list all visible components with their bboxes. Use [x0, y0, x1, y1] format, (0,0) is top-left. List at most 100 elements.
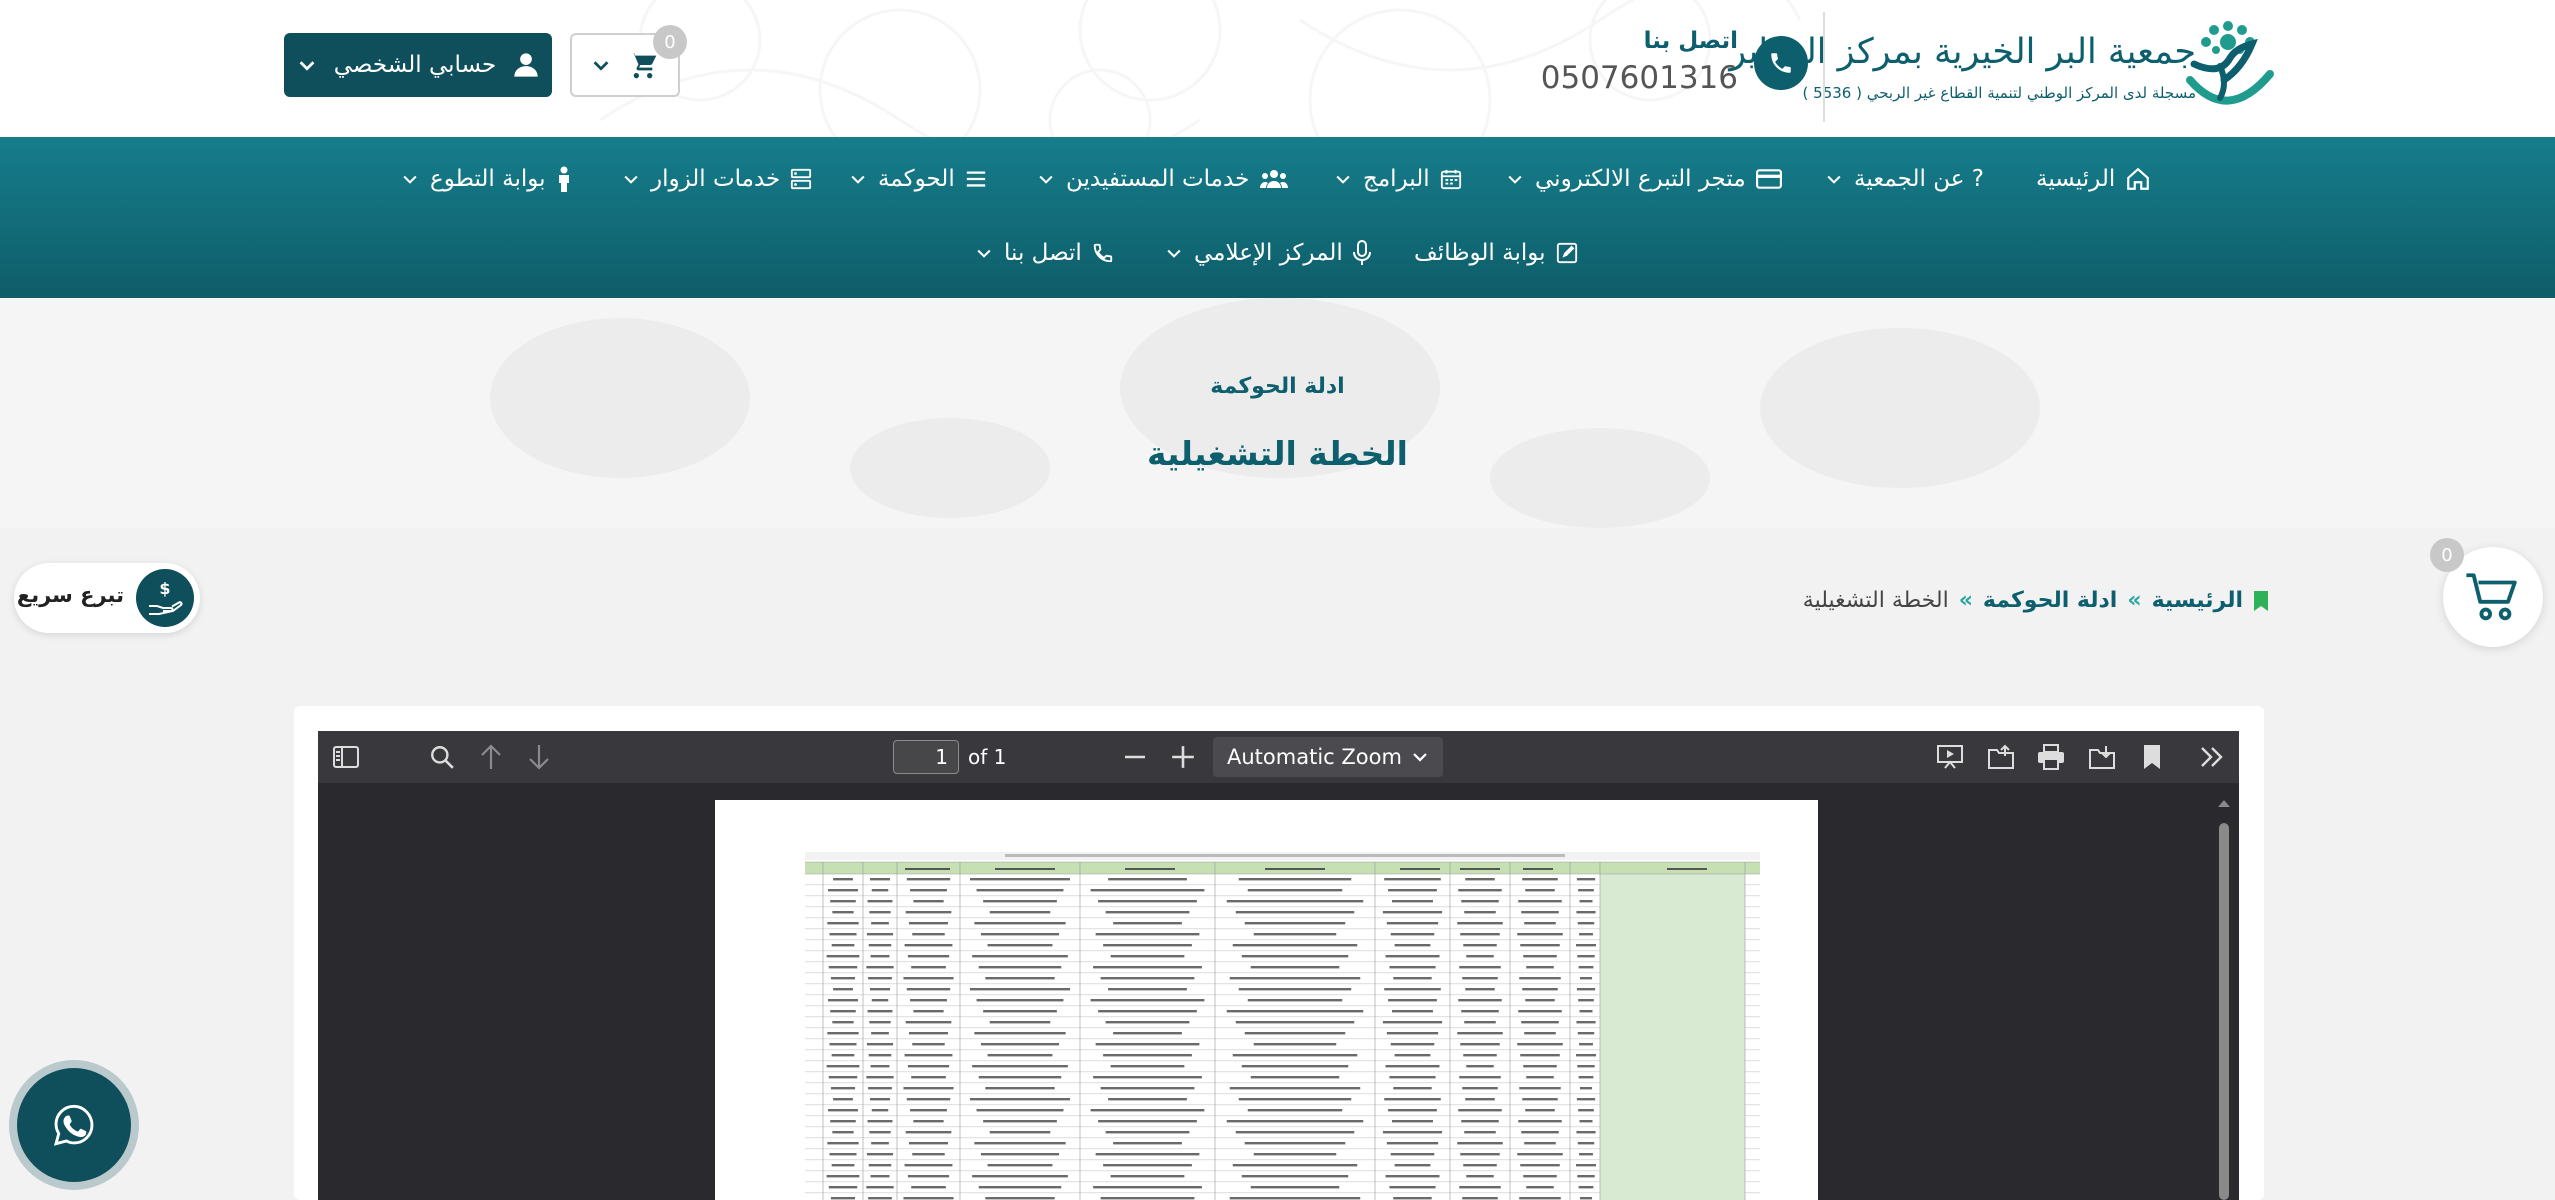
donate-hand-icon: $	[136, 569, 194, 627]
plus-icon	[1172, 746, 1194, 768]
hero-pattern	[490, 298, 2040, 528]
nav-item-donation-store[interactable]: متجر التبرع الالكتروني	[1505, 159, 1782, 199]
pdf-page	[715, 800, 1818, 1200]
minus-icon	[1125, 755, 1145, 759]
chevron-down-icon	[1508, 175, 1522, 184]
previous-page-button[interactable]	[475, 741, 507, 773]
svg-text:$: $	[159, 579, 170, 598]
header-divider	[1823, 12, 1825, 122]
zoom-select[interactable]: Automatic Zoom	[1213, 737, 1443, 777]
page-title: الخطة التشغيلية	[1147, 434, 1408, 473]
download-button[interactable]	[2086, 741, 2118, 773]
print-button[interactable]	[2035, 741, 2067, 773]
chevron-down-icon	[851, 175, 865, 184]
main-nav: الرئيسية ? عن الجمعية متجر التبرع الالكت…	[0, 137, 2555, 298]
home-icon	[2127, 167, 2150, 190]
contact-phone-number[interactable]: 0507601316	[1541, 60, 1738, 96]
org-logo[interactable]: جمعية البر الخيرية بمركز العماير مسجلة ل…	[1729, 14, 2276, 118]
person-icon	[558, 166, 569, 192]
whatsapp-button[interactable]	[17, 1068, 131, 1182]
calendar-icon	[1440, 169, 1461, 190]
presentation-mode-button[interactable]	[1934, 741, 1966, 773]
account-button[interactable]: حسابي الشخصي	[284, 33, 552, 97]
whatsapp-icon	[54, 1104, 94, 1146]
next-page-button[interactable]	[523, 741, 555, 773]
nav-item-media-center[interactable]: المركز الإعلامي	[1164, 233, 1371, 273]
breadcrumb-home[interactable]: الرئيسية	[2152, 588, 2243, 613]
contact-phone-button[interactable]	[1754, 36, 1808, 90]
chevron-down-icon	[624, 175, 638, 184]
quick-donate-label: تبرع سريع	[16, 583, 124, 607]
nav-item-home[interactable]: الرئيسية	[2036, 159, 2151, 199]
chevron-down-icon	[977, 249, 991, 258]
chevron-down-icon	[1413, 753, 1427, 762]
breadcrumb-separator: »	[1958, 588, 1973, 613]
zoom-in-button[interactable]	[1167, 741, 1199, 773]
page-count-label: of 1	[968, 745, 1007, 769]
mic-icon	[1352, 240, 1371, 265]
list-icon	[966, 171, 985, 187]
bookmark-icon	[2144, 745, 2160, 769]
phone-icon	[1093, 243, 1112, 263]
edit-icon	[1556, 242, 1577, 264]
cart-icon	[2466, 573, 2517, 621]
open-file-button[interactable]	[1985, 741, 2017, 773]
arrow-down-icon	[529, 745, 549, 770]
nav-item-contact[interactable]: اتصل بنا	[974, 233, 1114, 273]
header-cart-count-badge: 0	[653, 25, 687, 59]
breadcrumb-parent[interactable]: ادلة الحوكمة	[1983, 588, 2117, 613]
zoom-out-button[interactable]	[1119, 741, 1151, 773]
sidebar-toggle-button[interactable]	[330, 741, 362, 773]
hero-kicker: ادلة الحوكمة	[1210, 374, 1345, 399]
sidebar-toggle-icon	[333, 746, 359, 768]
chevron-down-icon	[299, 61, 315, 71]
server-icon	[791, 168, 812, 190]
pdf-page-table-image	[805, 848, 1760, 1200]
arrow-up-icon	[481, 744, 501, 769]
chevron-down-icon	[1336, 175, 1350, 184]
double-chevron-right-icon	[2201, 747, 2223, 767]
nav-item-beneficiary-services[interactable]: خدمات المستفيدين	[1036, 159, 1289, 199]
download-icon	[2089, 746, 2115, 769]
contact-label: اتصل بنا	[1643, 28, 1738, 54]
nav-item-volunteer-portal[interactable]: بوابة التطوع	[400, 159, 572, 199]
find-button[interactable]	[426, 741, 458, 773]
zoom-select-value: Automatic Zoom	[1227, 745, 1402, 769]
org-subtitle: مسجلة لدى المركز الوطني لتنمية القطاع غي…	[1802, 84, 2196, 102]
page: جمعية البر الخيرية بمركز العماير مسجلة ل…	[0, 0, 2555, 1200]
tools-button[interactable]	[2196, 741, 2228, 773]
chevron-down-icon	[593, 61, 609, 71]
bookmark-button[interactable]	[2136, 741, 2168, 773]
page-hero	[0, 298, 2555, 528]
nav-item-visitor-services[interactable]: خدمات الزوار	[621, 159, 812, 199]
chevron-down-icon	[1827, 175, 1841, 184]
pdf-scrollbar-thumb[interactable]	[2219, 823, 2229, 1200]
search-icon	[431, 746, 454, 769]
scroll-up-icon	[2218, 800, 2230, 807]
quick-donate-button[interactable]: $ تبرع سريع	[14, 563, 200, 633]
nav-item-governance[interactable]: الحوكمة	[848, 159, 987, 199]
print-icon	[2038, 744, 2064, 770]
bookmark-icon	[2254, 590, 2268, 611]
users-icon	[1260, 170, 1289, 188]
presentation-icon	[1937, 745, 1963, 769]
chevron-down-icon	[403, 175, 417, 184]
breadcrumb-current: الخطة التشغيلية	[1802, 588, 1949, 613]
pdf-scrollbar[interactable]	[2216, 795, 2232, 1200]
breadcrumb-separator: »	[2127, 588, 2142, 613]
phone-icon	[1771, 53, 1791, 73]
cart-icon	[631, 53, 657, 79]
breadcrumb: الرئيسية » ادلة الحوكمة » الخطة التشغيلي…	[1803, 588, 2269, 613]
pdf-toolbar: of 1 Automatic Zoom	[318, 731, 2239, 783]
page-number-input[interactable]	[893, 740, 959, 774]
floating-cart-count-badge: 0	[2430, 538, 2464, 572]
account-label: حسابي الشخصي	[333, 52, 497, 78]
nav-item-programs[interactable]: البرامج	[1333, 159, 1462, 199]
chevron-down-icon	[1167, 249, 1181, 258]
nav-item-jobs-portal[interactable]: بوابة الوظائف	[1414, 233, 1578, 273]
nav-item-about[interactable]: ? عن الجمعية	[1824, 159, 1984, 199]
chevron-down-icon	[1039, 175, 1053, 184]
top-header: جمعية البر الخيرية بمركز العماير مسجلة ل…	[0, 0, 2555, 137]
user-icon	[514, 53, 538, 77]
open-file-icon	[1988, 744, 2014, 769]
